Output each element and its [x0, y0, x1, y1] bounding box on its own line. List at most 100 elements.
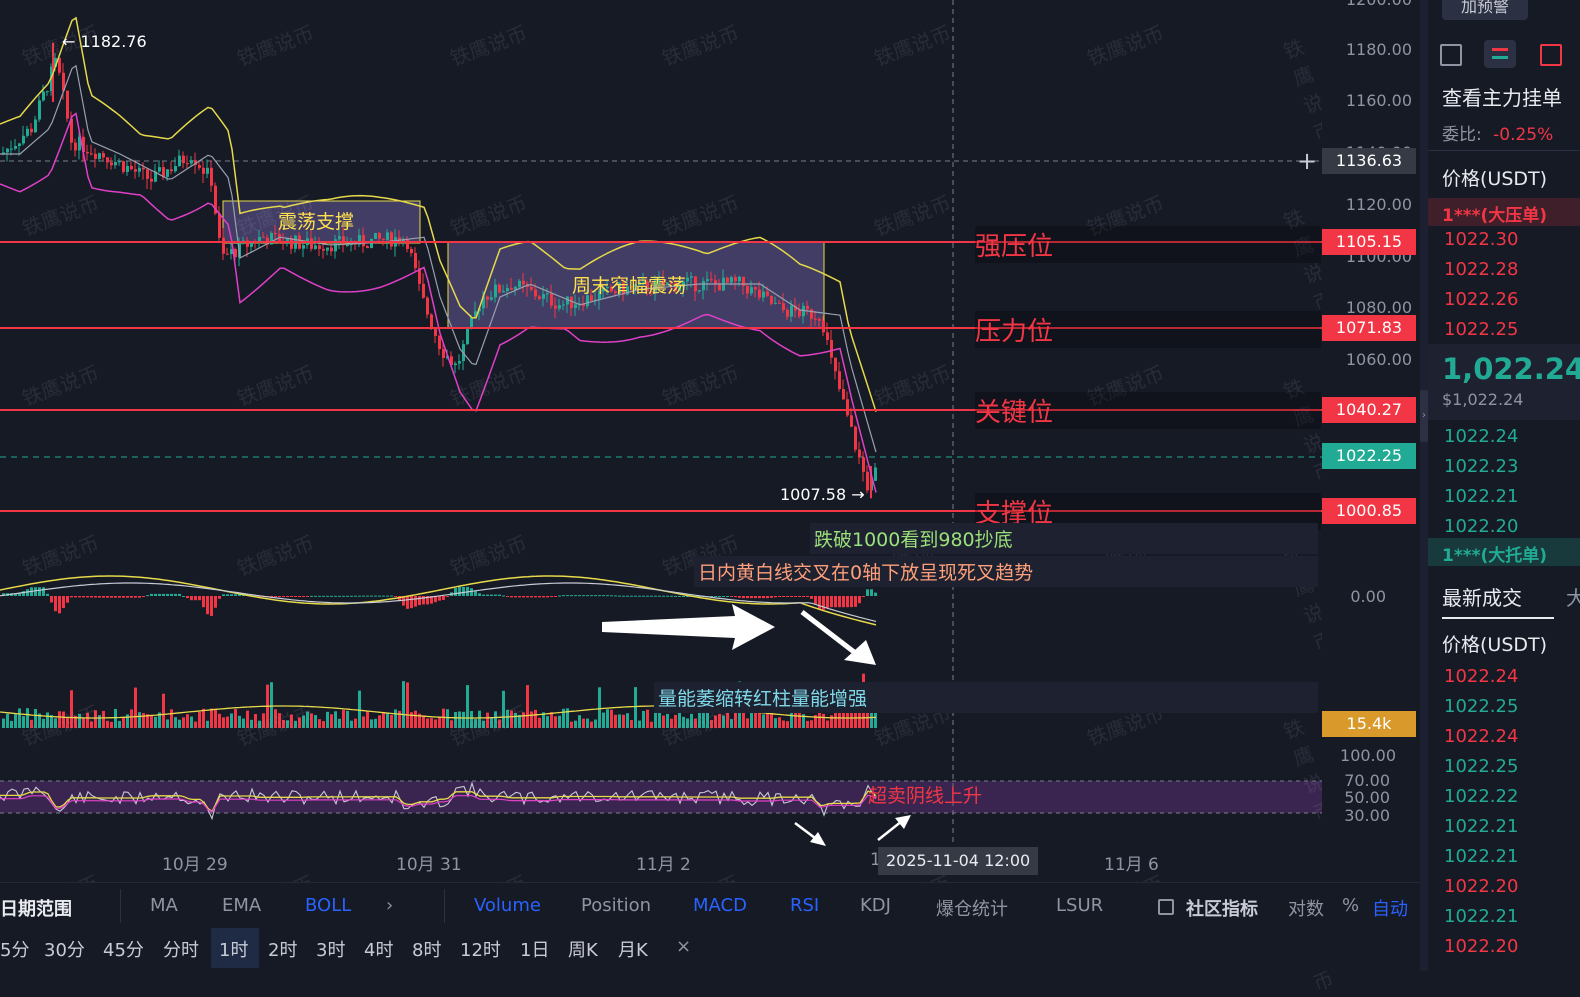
volume-bar: [538, 717, 541, 728]
volume-bar: [302, 715, 305, 728]
volume-bar: [382, 712, 385, 728]
timeframe-12h[interactable]: 12时: [460, 936, 501, 962]
candle-body: [322, 248, 325, 251]
candle-body: [818, 319, 821, 321]
bid-row[interactable]: 1022.23: [1444, 456, 1518, 477]
candle-body: [502, 291, 505, 293]
orderbook-view-toggles: [1438, 40, 1580, 72]
timeframe-1d[interactable]: 1日: [520, 936, 549, 962]
macd-histogram-bar: [186, 596, 189, 599]
add-alert-button[interactable]: 加预警: [1442, 0, 1528, 20]
indicator-boll[interactable]: BOLL: [305, 895, 351, 916]
candle-body: [406, 239, 409, 249]
volume-bar: [278, 713, 281, 728]
crosshair-plus-icon[interactable]: +: [1294, 148, 1320, 174]
candle-body: [746, 285, 749, 294]
macd-histogram-bar: [570, 595, 573, 597]
asks-view-icon[interactable]: [1484, 40, 1516, 68]
macd-histogram-bar: [618, 595, 621, 597]
macd-histogram-bar: [418, 596, 421, 606]
volume-bar: [634, 687, 637, 728]
close-timeframes-icon[interactable]: ×: [676, 936, 691, 957]
candle-body: [118, 161, 121, 163]
time-label: 11月 2: [636, 855, 691, 875]
timeframe-30m[interactable]: 30分: [44, 936, 85, 962]
candle-body: [778, 302, 781, 304]
timeframe-1h[interactable]: 1时: [219, 936, 248, 962]
candle-body: [382, 238, 385, 240]
timeframe-3h[interactable]: 3时: [316, 936, 345, 962]
candle-body: [422, 283, 425, 298]
macd-histogram-bar: [802, 596, 805, 597]
candle-body: [130, 165, 133, 170]
ask-row[interactable]: 1022.25: [1444, 319, 1518, 340]
volume-bar: [182, 717, 185, 728]
annotation-macd: 日内黄白线交叉在0轴下放呈现死叉趋势: [694, 556, 1318, 587]
main-orders-link[interactable]: 查看主力挂单: [1442, 82, 1562, 111]
macd-histogram-bar: [302, 596, 305, 597]
both-sides-view-icon[interactable]: [1440, 44, 1462, 66]
timeframe-4h[interactable]: 4时: [364, 936, 393, 962]
candle-body: [218, 213, 221, 238]
volume-bar: [358, 690, 361, 728]
volume-bar: [98, 715, 101, 728]
big-bid-row[interactable]: 1***(大托单): [1428, 538, 1580, 566]
candle-body: [182, 155, 185, 164]
bid-row[interactable]: 1022.21: [1444, 486, 1518, 507]
panel-divider[interactable]: ›: [1420, 0, 1428, 971]
indicator-ma[interactable]: MA: [150, 895, 178, 916]
ask-row[interactable]: 1022.26: [1444, 289, 1518, 310]
big-ask-row[interactable]: 1***(大压单): [1428, 198, 1580, 226]
volume-bar: [490, 717, 493, 728]
macd-histogram-bar: [454, 588, 457, 596]
macd-histogram-bar: [718, 596, 721, 597]
macd-histogram-bar: [814, 596, 817, 604]
date-range-button[interactable]: 日期范围: [0, 895, 72, 921]
volume-bar: [150, 714, 153, 728]
latest-trades-tab[interactable]: 最新成交: [1442, 582, 1522, 611]
more-main-indicators-icon[interactable]: ›: [386, 895, 393, 916]
auto-scale-toggle[interactable]: 自动: [1372, 895, 1408, 921]
bids-view-icon[interactable]: [1540, 44, 1562, 66]
indicator-volume[interactable]: Volume: [474, 895, 541, 916]
volume-bar: [734, 710, 737, 728]
macd-histogram-bar: [126, 596, 129, 598]
collapse-handle-icon[interactable]: ›: [1420, 390, 1428, 442]
indicator-liquidation-stats[interactable]: 爆仓统计: [936, 895, 1008, 921]
timeframe-week[interactable]: 周K: [568, 936, 598, 962]
timeframe-5m[interactable]: 5分: [0, 936, 29, 962]
percent-scale-toggle[interactable]: %: [1342, 895, 1359, 916]
candle-body: [858, 449, 861, 458]
timeframe-month[interactable]: 月K: [618, 936, 648, 962]
chart-canvas[interactable]: [0, 0, 1322, 880]
bid-row[interactable]: 1022.24: [1444, 426, 1518, 447]
candle-body: [282, 242, 285, 244]
timeframe-8h[interactable]: 8时: [412, 936, 441, 962]
indicator-macd[interactable]: MACD: [693, 895, 747, 916]
chart-area[interactable]: 铁鹰说币 铁鹰说币 铁鹰说币 铁鹰说币 铁鹰说币 铁鹰说币 铁鹰说币 铁鹰说币 铁鹰说币 铁鹰说币…: [0, 0, 1408, 996]
ask-row[interactable]: 1022.30: [1444, 229, 1518, 250]
macd-histogram-bar: [782, 596, 785, 597]
indicator-rsi[interactable]: RSI: [790, 895, 819, 916]
macd-histogram-bar: [858, 596, 861, 604]
timeframe-timeline[interactable]: 分时: [163, 936, 199, 962]
timeframe-2h[interactable]: 2时: [268, 936, 297, 962]
timeframe-45m[interactable]: 45分: [103, 936, 144, 962]
log-scale-toggle[interactable]: 对数: [1288, 895, 1324, 921]
volume-bar: [658, 711, 661, 728]
indicator-ema[interactable]: EMA: [222, 895, 261, 916]
candle-body: [786, 309, 789, 317]
community-indicators-button[interactable]: 社区指标: [1186, 895, 1258, 921]
trend-arrow-right: [602, 604, 775, 650]
price-axis[interactable]: 1200.00 1180.00 1160.00 1140.00 1120.00 …: [1322, 0, 1420, 880]
indicator-kdj[interactable]: KDJ: [860, 895, 891, 916]
macd-histogram-bar: [382, 595, 385, 597]
indicator-position[interactable]: Position: [581, 895, 651, 916]
edit-icon[interactable]: [1158, 899, 1174, 915]
large-trades-tab[interactable]: 大: [1566, 582, 1580, 611]
indicator-lsur[interactable]: LSUR: [1056, 895, 1103, 916]
macd-histogram-bar: [666, 595, 669, 597]
macd-histogram-bar: [330, 595, 333, 597]
ask-row[interactable]: 1022.28: [1444, 259, 1518, 280]
bid-row[interactable]: 1022.20: [1444, 516, 1518, 537]
